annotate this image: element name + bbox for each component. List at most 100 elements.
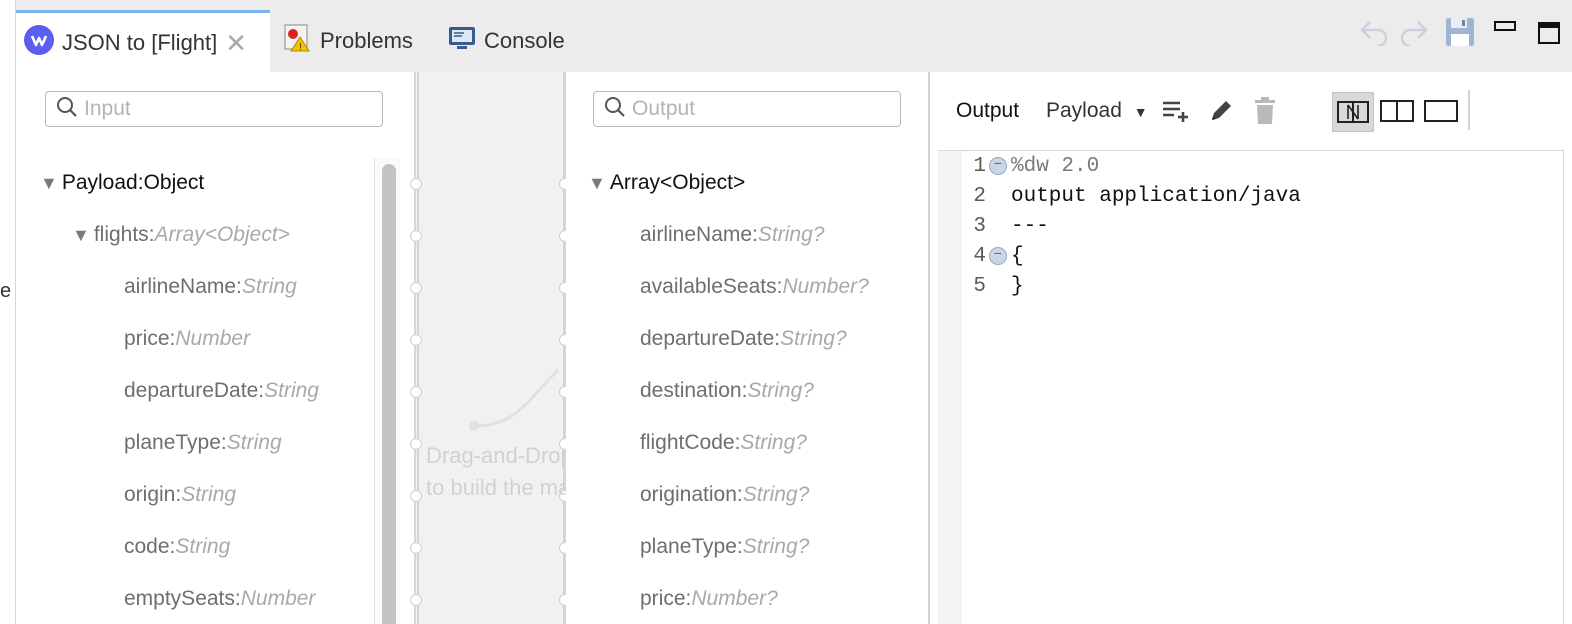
code-text: %dw 2.0 — [1011, 154, 1100, 178]
node-type: String — [181, 483, 237, 506]
tree-node-field[interactable]: flightCode : String? — [640, 428, 807, 458]
line-number: 5 — [973, 274, 986, 298]
tree-node-field[interactable]: airlineName : String — [124, 272, 297, 302]
tab-problems[interactable]: ! Problems — [282, 10, 413, 72]
line-number: 4 — [973, 244, 986, 268]
tree-node-field[interactable]: availableSeats : Number? — [640, 272, 869, 302]
node-type: String? — [742, 483, 810, 506]
tree-node-field[interactable]: origin : String — [124, 480, 236, 510]
layout-single-icon[interactable] — [1424, 100, 1458, 127]
line-number: 2 — [973, 184, 986, 208]
hint-line: Drag-and-Drop — [426, 443, 566, 468]
input-search[interactable] — [45, 91, 383, 127]
line-number: 1 — [973, 154, 986, 178]
tree-node-field[interactable]: airlineName : String? — [640, 220, 824, 250]
node-name: flights — [93, 223, 149, 246]
input-port[interactable] — [410, 594, 422, 606]
code-line[interactable]: 1 − %dw 2.0 — [938, 151, 1099, 181]
node-name: Payload — [61, 171, 138, 194]
layout-graph-script-icon[interactable] — [1331, 91, 1375, 137]
output-search-field[interactable] — [632, 97, 884, 121]
node-name: availableSeats — [640, 275, 777, 298]
input-port[interactable] — [410, 386, 422, 398]
node-name: Array<Object> — [609, 171, 746, 194]
toolbar-divider — [1468, 90, 1470, 135]
minimize-icon[interactable] — [1494, 20, 1516, 38]
undo-icon[interactable] — [1358, 16, 1390, 51]
tree-node-flights[interactable]: ▼ flights : Array<Object> — [72, 220, 290, 250]
console-icon — [448, 24, 476, 58]
fold-toggle-icon[interactable]: − — [989, 157, 1007, 175]
input-port[interactable] — [410, 178, 422, 190]
save-icon[interactable] — [1444, 16, 1476, 53]
input-port[interactable] — [410, 438, 422, 450]
tree-node-field[interactable]: price : Number? — [640, 584, 778, 614]
node-name: origination — [640, 483, 737, 506]
hint-line: to build the mapping — [426, 475, 566, 500]
code-line[interactable]: 5 } — [938, 271, 1024, 301]
problems-icon: ! — [282, 23, 312, 59]
node-name: emptySeats — [124, 587, 235, 610]
node-name: planeType — [640, 535, 737, 558]
tree-node-field[interactable]: planeType : String? — [640, 532, 809, 562]
input-port[interactable] — [410, 282, 422, 294]
tree-node-field[interactable]: departureDate : String — [124, 376, 319, 406]
node-name: price — [124, 327, 170, 350]
redo-icon[interactable] — [1398, 16, 1430, 51]
input-port[interactable] — [410, 490, 422, 502]
node-name: departureDate — [640, 327, 775, 350]
close-tab-icon[interactable]: ✕ — [225, 30, 247, 56]
fold-toggle-icon[interactable]: − — [989, 247, 1007, 265]
code-line[interactable]: 4 − { — [938, 241, 1023, 271]
payload-select[interactable]: Payload ▼ — [1046, 99, 1148, 123]
code-line[interactable]: 2 output application/java — [938, 181, 1300, 211]
dropdown-caret-icon: ▼ — [1133, 104, 1148, 120]
input-panel: ▼ Payload : Object ▼ flights : Array<Obj… — [16, 72, 414, 624]
add-target-icon[interactable] — [1162, 100, 1192, 127]
input-port[interactable] — [410, 334, 422, 346]
tree-node-field[interactable]: origination : String? — [640, 480, 809, 510]
tree-node-field[interactable]: emptySeats : Number — [124, 584, 315, 614]
tab-label: JSON to [Flight] — [62, 29, 218, 55]
expand-triangle-icon[interactable]: ▼ — [40, 173, 58, 194]
code-text: --- — [1011, 214, 1049, 238]
node-type: Number? — [782, 275, 869, 298]
tree-node-field[interactable]: planeType : String — [124, 428, 282, 458]
maximize-icon[interactable] — [1538, 22, 1560, 49]
expand-triangle-icon[interactable]: ▼ — [72, 225, 90, 246]
node-type: String? — [757, 223, 825, 246]
tab-label: Problems — [320, 28, 413, 53]
delete-trash-icon[interactable] — [1254, 97, 1276, 130]
tree-node-field[interactable]: departureDate : String? — [640, 324, 847, 354]
expand-triangle-icon[interactable]: ▼ — [588, 173, 606, 194]
layout-split-icon[interactable] — [1380, 100, 1414, 127]
node-name: code — [124, 535, 170, 558]
node-name: price — [640, 587, 686, 610]
tab-console[interactable]: Console — [448, 10, 565, 72]
input-port[interactable] — [410, 230, 422, 242]
output-search[interactable] — [593, 91, 901, 127]
input-scrollbar[interactable] — [374, 158, 400, 624]
node-type: String — [226, 431, 282, 454]
input-search-field[interactable] — [84, 97, 362, 121]
output-label: Output — [956, 99, 1020, 122]
code-editor[interactable]: 1 − %dw 2.0 2 output application/java 3 … — [938, 150, 1564, 624]
dataweave-icon — [24, 24, 54, 61]
tree-node-field[interactable]: price : Number — [124, 324, 250, 354]
svg-text:!: ! — [299, 42, 302, 53]
node-type: String — [241, 275, 297, 298]
tree-node-payload[interactable]: ▼ Payload : Object — [40, 168, 204, 198]
tree-node-field[interactable]: destination : String? — [640, 376, 814, 406]
line-number: 3 — [973, 214, 986, 238]
node-name: airlineName — [640, 223, 753, 246]
edit-pencil-icon[interactable] — [1208, 98, 1234, 129]
node-type: Object — [143, 171, 205, 194]
code-line[interactable]: 3 --- — [938, 211, 1049, 241]
mapping-canvas[interactable]: Drag-and-Drop to build the mapping — [410, 72, 571, 624]
input-port[interactable] — [410, 542, 422, 554]
code-text: } — [1011, 274, 1024, 298]
tab-json-to-flight[interactable]: JSON to [Flight] ✕ — [16, 10, 270, 72]
tree-node-array-object[interactable]: ▼ Array<Object> — [588, 168, 745, 198]
scrollbar-thumb[interactable] — [382, 164, 396, 624]
tree-node-field[interactable]: code : String — [124, 532, 230, 562]
